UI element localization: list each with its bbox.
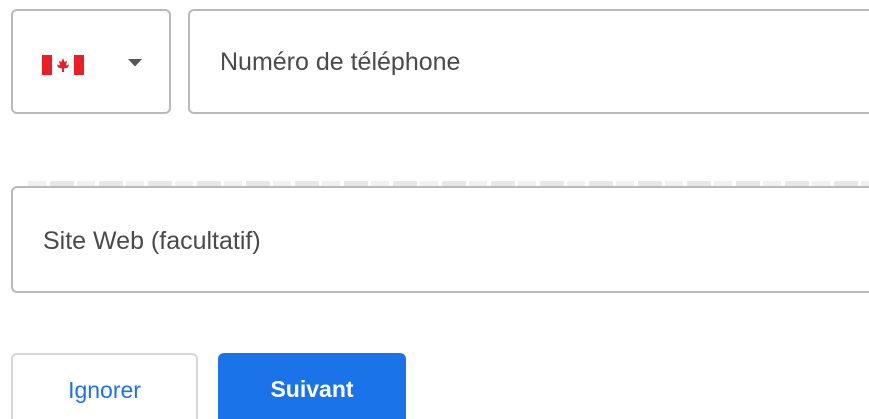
phone-number-input[interactable]: Numéro de téléphone (188, 9, 869, 114)
ignore-button[interactable]: Ignorer (11, 353, 198, 419)
phone-number-placeholder: Numéro de téléphone (220, 48, 461, 76)
caret-down-icon (127, 58, 143, 68)
next-button[interactable]: Suivant (218, 353, 406, 419)
canada-flag-icon (42, 55, 84, 75)
website-input[interactable]: Site Web (facultatif) (11, 186, 869, 293)
form-page: Numéro de téléphone Site Web (facultatif… (0, 0, 869, 419)
website-placeholder: Site Web (facultatif) (43, 227, 261, 255)
country-code-select[interactable] (11, 9, 171, 114)
